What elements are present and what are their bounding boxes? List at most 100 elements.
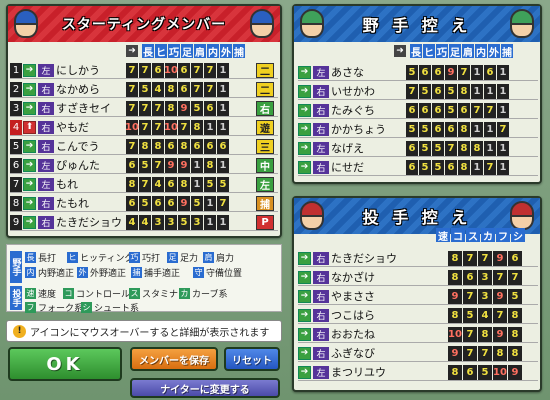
pitcher-row[interactable]: ➔ 右たきだショウ 8 7 7 9 6 — [298, 250, 538, 267]
swap-arrow-icon[interactable]: ➔ — [298, 160, 311, 174]
column-header-6[interactable]: 外 — [488, 44, 500, 59]
column-header-5[interactable]: シ — [511, 228, 525, 243]
sort-icon[interactable]: ➜ — [126, 45, 138, 57]
pitcher-name[interactable]: まつリユウ — [331, 364, 411, 380]
swap-arrow-icon[interactable]: ➔ — [298, 65, 311, 79]
column-header-0[interactable]: 長 — [142, 44, 154, 59]
starting-row[interactable]: 3 ➔ 右すざきセイ 7 7 7 8 9 5 6 1 右 — [10, 100, 278, 117]
starting-row[interactable]: 2 ➔ 右なかめら 7 5 4 8 6 7 7 1 二 — [10, 81, 278, 98]
swap-arrow-icon[interactable]: ➔ — [298, 122, 311, 136]
starting-row[interactable]: 4 ⬆ 右やもだ 10 7 7 10 7 8 1 1 遊 — [10, 119, 278, 136]
column-header-3[interactable]: カ — [481, 228, 495, 243]
player-name[interactable]: すざきセイ — [56, 100, 136, 116]
swap-arrow-icon[interactable]: ⬆ — [23, 120, 36, 134]
column-header-2[interactable]: ス — [466, 228, 480, 243]
swap-arrow-icon[interactable]: ➔ — [298, 308, 311, 322]
swap-arrow-icon[interactable]: ➔ — [298, 251, 311, 265]
swap-arrow-icon[interactable]: ➔ — [298, 365, 311, 379]
starting-row[interactable]: 1 ➔ 左にしかう 7 7 6 10 6 7 7 1 二 — [10, 62, 278, 79]
player-name[interactable]: にしかう — [56, 62, 136, 78]
pitcher-name[interactable]: おおたね — [331, 326, 411, 342]
column-header-3[interactable]: 足 — [181, 44, 193, 59]
bench-row[interactable]: ➔ 左あさな 5 6 6 9 7 1 6 1 — [298, 64, 538, 81]
position-badge[interactable]: 右 — [256, 100, 274, 116]
player-name[interactable]: にせだ — [331, 159, 403, 175]
player-name[interactable]: いせかわ — [331, 83, 403, 99]
swap-arrow-icon[interactable]: ➔ — [23, 82, 36, 96]
pitcher-name[interactable]: やまささ — [331, 288, 411, 304]
player-name[interactable]: たみぐち — [331, 102, 403, 118]
player-name[interactable]: なかめら — [56, 81, 136, 97]
bench-row[interactable]: ➔ 右にせだ 6 5 5 6 8 1 7 1 — [298, 159, 538, 176]
swap-arrow-icon[interactable]: ➔ — [298, 346, 311, 360]
column-header-0[interactable]: 速 — [436, 228, 450, 243]
pitcher-row[interactable]: ➔ 右つこはら 8 5 4 7 8 — [298, 307, 538, 324]
player-name[interactable]: もれ — [56, 176, 136, 192]
swap-arrow-icon[interactable]: ➔ — [23, 101, 36, 115]
pitcher-row[interactable]: ➔ 左まつリユウ 8 6 5 10 9 — [298, 364, 538, 381]
swap-arrow-icon[interactable]: ➔ — [23, 139, 36, 153]
sort-icon[interactable]: ➜ — [394, 45, 406, 57]
player-name[interactable]: やもだ — [56, 119, 136, 135]
pitcher-name[interactable]: ふぎなび — [331, 345, 411, 361]
position-badge[interactable]: 二 — [256, 62, 274, 78]
night-game-button[interactable]: ナイターに変更する — [130, 378, 280, 398]
bench-row[interactable]: ➔ 左なげえ 6 5 5 7 8 8 1 1 — [298, 140, 538, 157]
pitcher-row[interactable]: ➔ 右ふぎなび 9 7 7 8 8 — [298, 345, 538, 362]
player-name[interactable]: かかちょう — [331, 121, 403, 137]
starting-row[interactable]: 8 ➔ 右たもれ 6 5 6 6 9 5 1 7 捕 — [10, 195, 278, 212]
bench-row[interactable]: ➔ 右いせかわ 7 5 6 5 8 1 1 1 — [298, 83, 538, 100]
starting-row[interactable]: 7 ➔ 左もれ 8 7 4 6 8 1 5 5 左 — [10, 176, 278, 193]
swap-arrow-icon[interactable]: ➔ — [298, 270, 311, 284]
player-name[interactable]: あさな — [331, 64, 403, 80]
swap-arrow-icon[interactable]: ➔ — [23, 196, 36, 210]
swap-arrow-icon[interactable]: ➔ — [298, 84, 311, 98]
column-header-0[interactable]: 長 — [410, 44, 422, 59]
pitcher-name[interactable]: つこはら — [331, 307, 411, 323]
bench-row[interactable]: ➔ 右かかちょう 5 5 6 6 8 1 1 7 — [298, 121, 538, 138]
player-name[interactable]: ぴゅんた — [56, 157, 136, 173]
column-header-2[interactable]: 巧 — [168, 44, 180, 59]
column-header-4[interactable]: フ — [496, 228, 510, 243]
swap-arrow-icon[interactable]: ➔ — [298, 289, 311, 303]
column-header-1[interactable]: コ — [451, 228, 465, 243]
position-badge[interactable]: 遊 — [256, 119, 274, 135]
column-header-4[interactable]: 肩 — [194, 44, 206, 59]
swap-arrow-icon[interactable]: ➔ — [23, 158, 36, 172]
column-header-6[interactable]: 外 — [220, 44, 232, 59]
swap-arrow-icon[interactable]: ➔ — [23, 63, 36, 77]
pitcher-row[interactable]: ➔ 右おおたね 10 7 8 9 8 — [298, 326, 538, 343]
column-header-2[interactable]: 巧 — [436, 44, 448, 59]
position-badge[interactable]: 中 — [256, 157, 274, 173]
pitcher-name[interactable]: たきだショウ — [331, 250, 411, 266]
starting-row[interactable]: 6 ➔ 左ぴゅんた 6 5 7 9 9 1 8 1 中 — [10, 157, 278, 174]
position-badge[interactable]: 左 — [256, 176, 274, 192]
reset-button[interactable]: リセット — [224, 347, 280, 371]
starting-row[interactable]: 9 ➔ 右たきだショウ 4 4 3 3 5 3 1 1 P — [10, 214, 278, 231]
position-badge[interactable]: 三 — [256, 138, 274, 154]
player-name[interactable]: なげえ — [331, 140, 403, 156]
position-badge[interactable]: P — [256, 214, 274, 230]
column-header-1[interactable]: ヒ — [155, 44, 167, 59]
position-badge[interactable]: 二 — [256, 81, 274, 97]
column-header-4[interactable]: 肩 — [462, 44, 474, 59]
swap-arrow-icon[interactable]: ➔ — [298, 141, 311, 155]
player-name[interactable]: たきだショウ — [56, 214, 136, 230]
save-members-button[interactable]: メンバーを保存 — [130, 347, 218, 371]
swap-arrow-icon[interactable]: ➔ — [298, 327, 311, 341]
column-header-5[interactable]: 内 — [207, 44, 219, 59]
swap-arrow-icon[interactable]: ➔ — [298, 103, 311, 117]
position-badge[interactable]: 捕 — [256, 195, 274, 211]
swap-arrow-icon[interactable]: ➔ — [23, 177, 36, 191]
column-header-7[interactable]: 捕 — [501, 44, 513, 59]
pitcher-row[interactable]: ➔ 右やまささ 9 7 3 9 5 — [298, 288, 538, 305]
column-header-5[interactable]: 内 — [475, 44, 487, 59]
pitcher-row[interactable]: ➔ 右なかざけ 8 6 3 7 7 — [298, 269, 538, 286]
column-header-7[interactable]: 捕 — [233, 44, 245, 59]
column-header-1[interactable]: ヒ — [423, 44, 435, 59]
player-name[interactable]: こんでう — [56, 138, 136, 154]
player-name[interactable]: たもれ — [56, 195, 136, 211]
swap-arrow-icon[interactable]: ➔ — [23, 215, 36, 229]
starting-row[interactable]: 5 ➔ 右こんでう 7 8 8 6 8 6 6 6 三 — [10, 138, 278, 155]
ok-button[interactable]: OK — [8, 347, 122, 381]
